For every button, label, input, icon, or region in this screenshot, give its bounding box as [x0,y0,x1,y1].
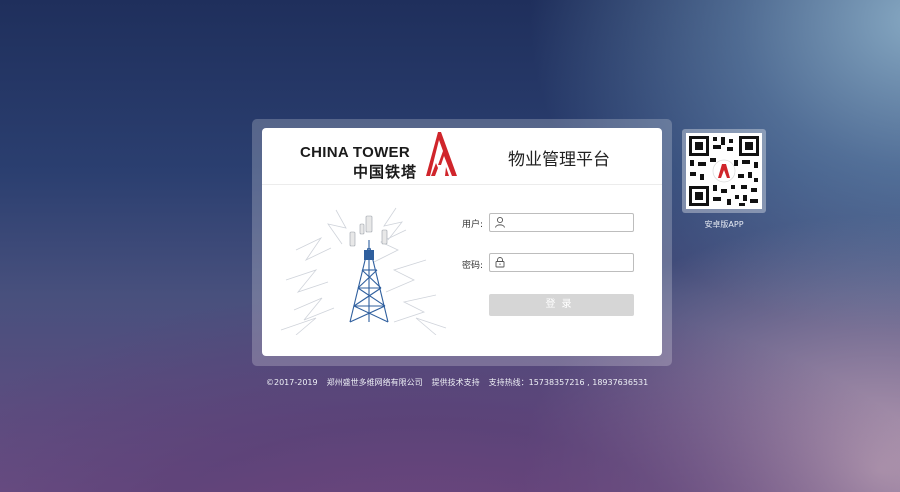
password-input[interactable] [510,255,628,269]
platform-title: 物业管理平台 [508,150,610,170]
password-field[interactable] [489,253,634,272]
username-input[interactable] [510,215,628,229]
tower-illustration [280,207,447,335]
logo-text-en: CHINA TOWER [300,144,410,161]
login-card: CHINA TOWER 中国铁塔 物业管理平台 用户: 密码: 登录 [262,128,662,356]
user-icon [495,216,505,228]
footer-company: 郑州盛世多维网络有限公司 [326,378,423,387]
footer-support-text: 提供技术支持 [431,378,480,387]
footer: ©2017-2019 郑州盛世多维网络有限公司 提供技术支持 支持热线：1573835… [266,377,657,388]
lock-icon [495,257,505,268]
app-download-label: 安卓版APP [704,220,744,229]
password-label: 密码: [462,261,484,271]
footer-copyright: ©2017-2019 [266,378,318,387]
card-header: CHINA TOWER 中国铁塔 物业管理平台 [262,128,662,185]
username-label: 用户: [462,220,484,230]
footer-hotline: 支持热线：15738357216 , 18937636531 [488,378,649,387]
logo-text-zh: 中国铁塔 [353,163,418,181]
china-tower-logo-icon [426,132,457,176]
app-qr-frame [682,129,766,213]
qr-code-icon[interactable] [686,133,762,209]
login-button[interactable]: 登录 [489,294,634,316]
username-field[interactable] [489,213,634,232]
